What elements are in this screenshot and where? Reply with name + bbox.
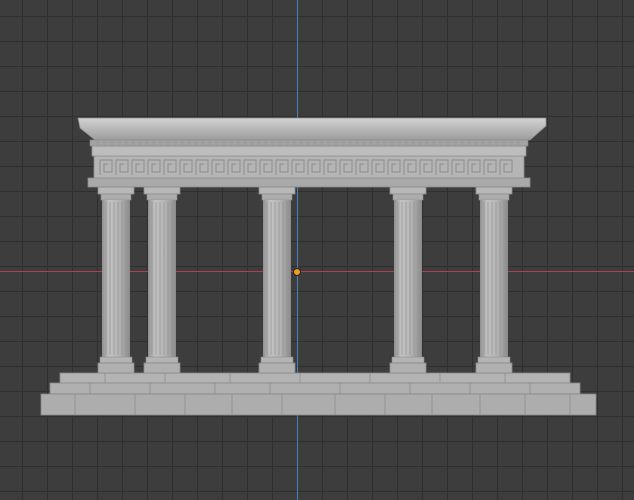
column-2	[143, 186, 181, 374]
column-4	[389, 186, 427, 374]
column-5	[475, 186, 513, 374]
column-3	[258, 186, 296, 374]
origin-point-icon	[293, 268, 301, 276]
stylobate-steps	[40, 372, 597, 416]
column-group	[97, 186, 513, 374]
colonnade-model[interactable]	[0, 0, 634, 500]
entablature	[77, 117, 547, 188]
column-1	[97, 186, 135, 374]
3d-viewport[interactable]	[0, 0, 634, 500]
